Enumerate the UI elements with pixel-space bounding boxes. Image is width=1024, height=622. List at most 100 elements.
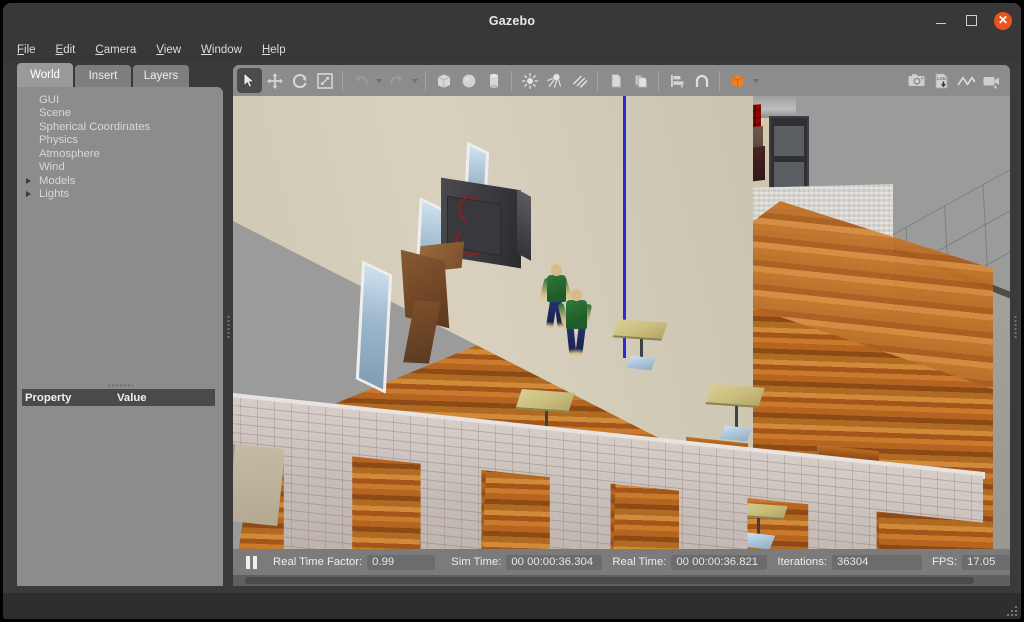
pause-button[interactable] (239, 551, 263, 573)
sim-time-value: 00 00:00:36.304 (506, 554, 603, 570)
tab-layers[interactable]: Layers (133, 65, 189, 87)
splitter-grip-icon (226, 315, 230, 339)
toolbar-separator (511, 70, 512, 91)
menu-edit[interactable]: Edit (56, 44, 76, 56)
window-controls: ✕ (932, 3, 1012, 38)
fps-value: 17.05 (962, 554, 1010, 570)
tree-item-atmosphere[interactable]: Atmosphere (39, 147, 223, 161)
view-angle-dropdown[interactable] (750, 68, 761, 93)
scale-tool-button[interactable] (312, 68, 337, 93)
close-button[interactable]: ✕ (994, 11, 1012, 30)
orange-cube-icon (731, 74, 744, 87)
tab-world-label: World (30, 69, 60, 81)
tree-item-scene[interactable]: Scene (39, 107, 223, 121)
svg-text:LOG: LOG (937, 76, 947, 81)
menu-bar: File Edit Camera View Window Help (3, 38, 1021, 61)
directional-light-button[interactable] (567, 68, 592, 93)
menu-camera[interactable]: Camera (95, 44, 136, 56)
camera-icon (908, 74, 925, 86)
actor-head (551, 264, 562, 276)
insert-sphere-button[interactable] (456, 68, 481, 93)
insert-box-button[interactable] (431, 68, 456, 93)
menu-view[interactable]: View (156, 44, 181, 56)
iterations-value: 36304 (831, 554, 922, 570)
real-time-factor-value: 0.99 (367, 554, 436, 570)
left-vertical-splitter[interactable] (223, 61, 233, 593)
tree-label: Scene (39, 107, 72, 120)
property-table-header: Property Value (22, 389, 215, 406)
plot-button[interactable] (954, 68, 979, 93)
tab-world[interactable]: World (17, 63, 73, 87)
actor-torso (547, 275, 566, 302)
view-angle-button[interactable] (725, 68, 750, 93)
undo-button[interactable] (348, 68, 373, 93)
table-top (612, 319, 668, 341)
rotate-icon (292, 73, 307, 88)
tree-item-spherical-coordinates[interactable]: Spherical Coordinates (39, 120, 223, 134)
toolbar-separator (342, 70, 343, 91)
resize-grip[interactable] (1006, 605, 1017, 616)
log-save-icon: LOG (935, 73, 947, 88)
status-horizontal-scrollbar[interactable] (233, 575, 1010, 586)
point-light-button[interactable] (517, 68, 542, 93)
column-header-value: Value (117, 391, 147, 404)
sim-time-group: Sim Time: 00 00:00:36.304 (451, 554, 603, 570)
translate-tool-button[interactable] (262, 68, 287, 93)
window-title: Gazebo (488, 13, 536, 28)
select-tool-button[interactable] (237, 68, 262, 93)
paste-icon (634, 74, 647, 88)
expand-arrow-icon[interactable] (26, 191, 31, 198)
tree-item-wind[interactable]: Wind (39, 161, 223, 175)
line-chart-icon (957, 76, 976, 85)
paste-button[interactable] (628, 68, 653, 93)
cursor-arrow-icon (243, 72, 256, 88)
minimize-button[interactable] (932, 12, 949, 29)
table-top (515, 389, 575, 413)
redo-history-button[interactable] (409, 68, 420, 93)
tab-insert[interactable]: Insert (75, 65, 131, 87)
actor-torso (566, 300, 587, 329)
magnet-icon (695, 74, 708, 87)
tree-item-lights[interactable]: Lights (26, 188, 223, 202)
tree-item-physics[interactable]: Physics (39, 134, 223, 148)
splitter-grip-icon (1014, 315, 1017, 339)
scene-3d (233, 96, 1010, 549)
main-body: World Insert Layers GUI Scene Spherical … (3, 61, 1021, 593)
maximize-button[interactable] (963, 12, 980, 29)
fps-label: FPS: (931, 556, 958, 568)
snap-button[interactable] (689, 68, 714, 93)
scale-icon (316, 72, 333, 89)
spot-light-button[interactable] (542, 68, 567, 93)
align-button[interactable] (664, 68, 689, 93)
scrollbar-thumb[interactable] (245, 577, 974, 584)
panel-horizontal-splitter[interactable] (17, 381, 223, 389)
menu-window[interactable]: Window (201, 44, 242, 56)
copy-icon (611, 73, 621, 87)
menu-help[interactable]: Help (262, 44, 286, 56)
log-record-button[interactable]: LOG (929, 68, 954, 93)
directional-light-icon (572, 75, 587, 88)
point-light-icon (521, 72, 538, 89)
insert-cylinder-button[interactable] (481, 68, 506, 93)
right-vertical-splitter[interactable] (1010, 61, 1021, 593)
screenshot-button[interactable] (904, 68, 929, 93)
iterations-label: Iterations: (777, 556, 827, 568)
tree-item-gui[interactable]: GUI (39, 93, 223, 107)
undo-history-button[interactable] (373, 68, 384, 93)
property-table-body[interactable] (17, 406, 223, 586)
left-panel: World Insert Layers GUI Scene Spherical … (17, 63, 223, 586)
table-base (626, 355, 656, 371)
redo-button[interactable] (384, 68, 409, 93)
copy-button[interactable] (603, 68, 628, 93)
tree-item-models[interactable]: Models (26, 174, 223, 188)
menu-file[interactable]: File (17, 44, 36, 56)
render-view[interactable] (233, 96, 1010, 549)
video-record-button[interactable] (979, 68, 1004, 93)
tab-layers-label: Layers (143, 70, 179, 82)
expand-arrow-icon[interactable] (26, 177, 31, 184)
splitter-grip-icon (107, 383, 133, 387)
actor-head (571, 289, 582, 301)
rotate-tool-button[interactable] (287, 68, 312, 93)
tree-label: Spherical Coordinates (39, 120, 151, 133)
main-toolbar: LOG (233, 65, 1010, 96)
